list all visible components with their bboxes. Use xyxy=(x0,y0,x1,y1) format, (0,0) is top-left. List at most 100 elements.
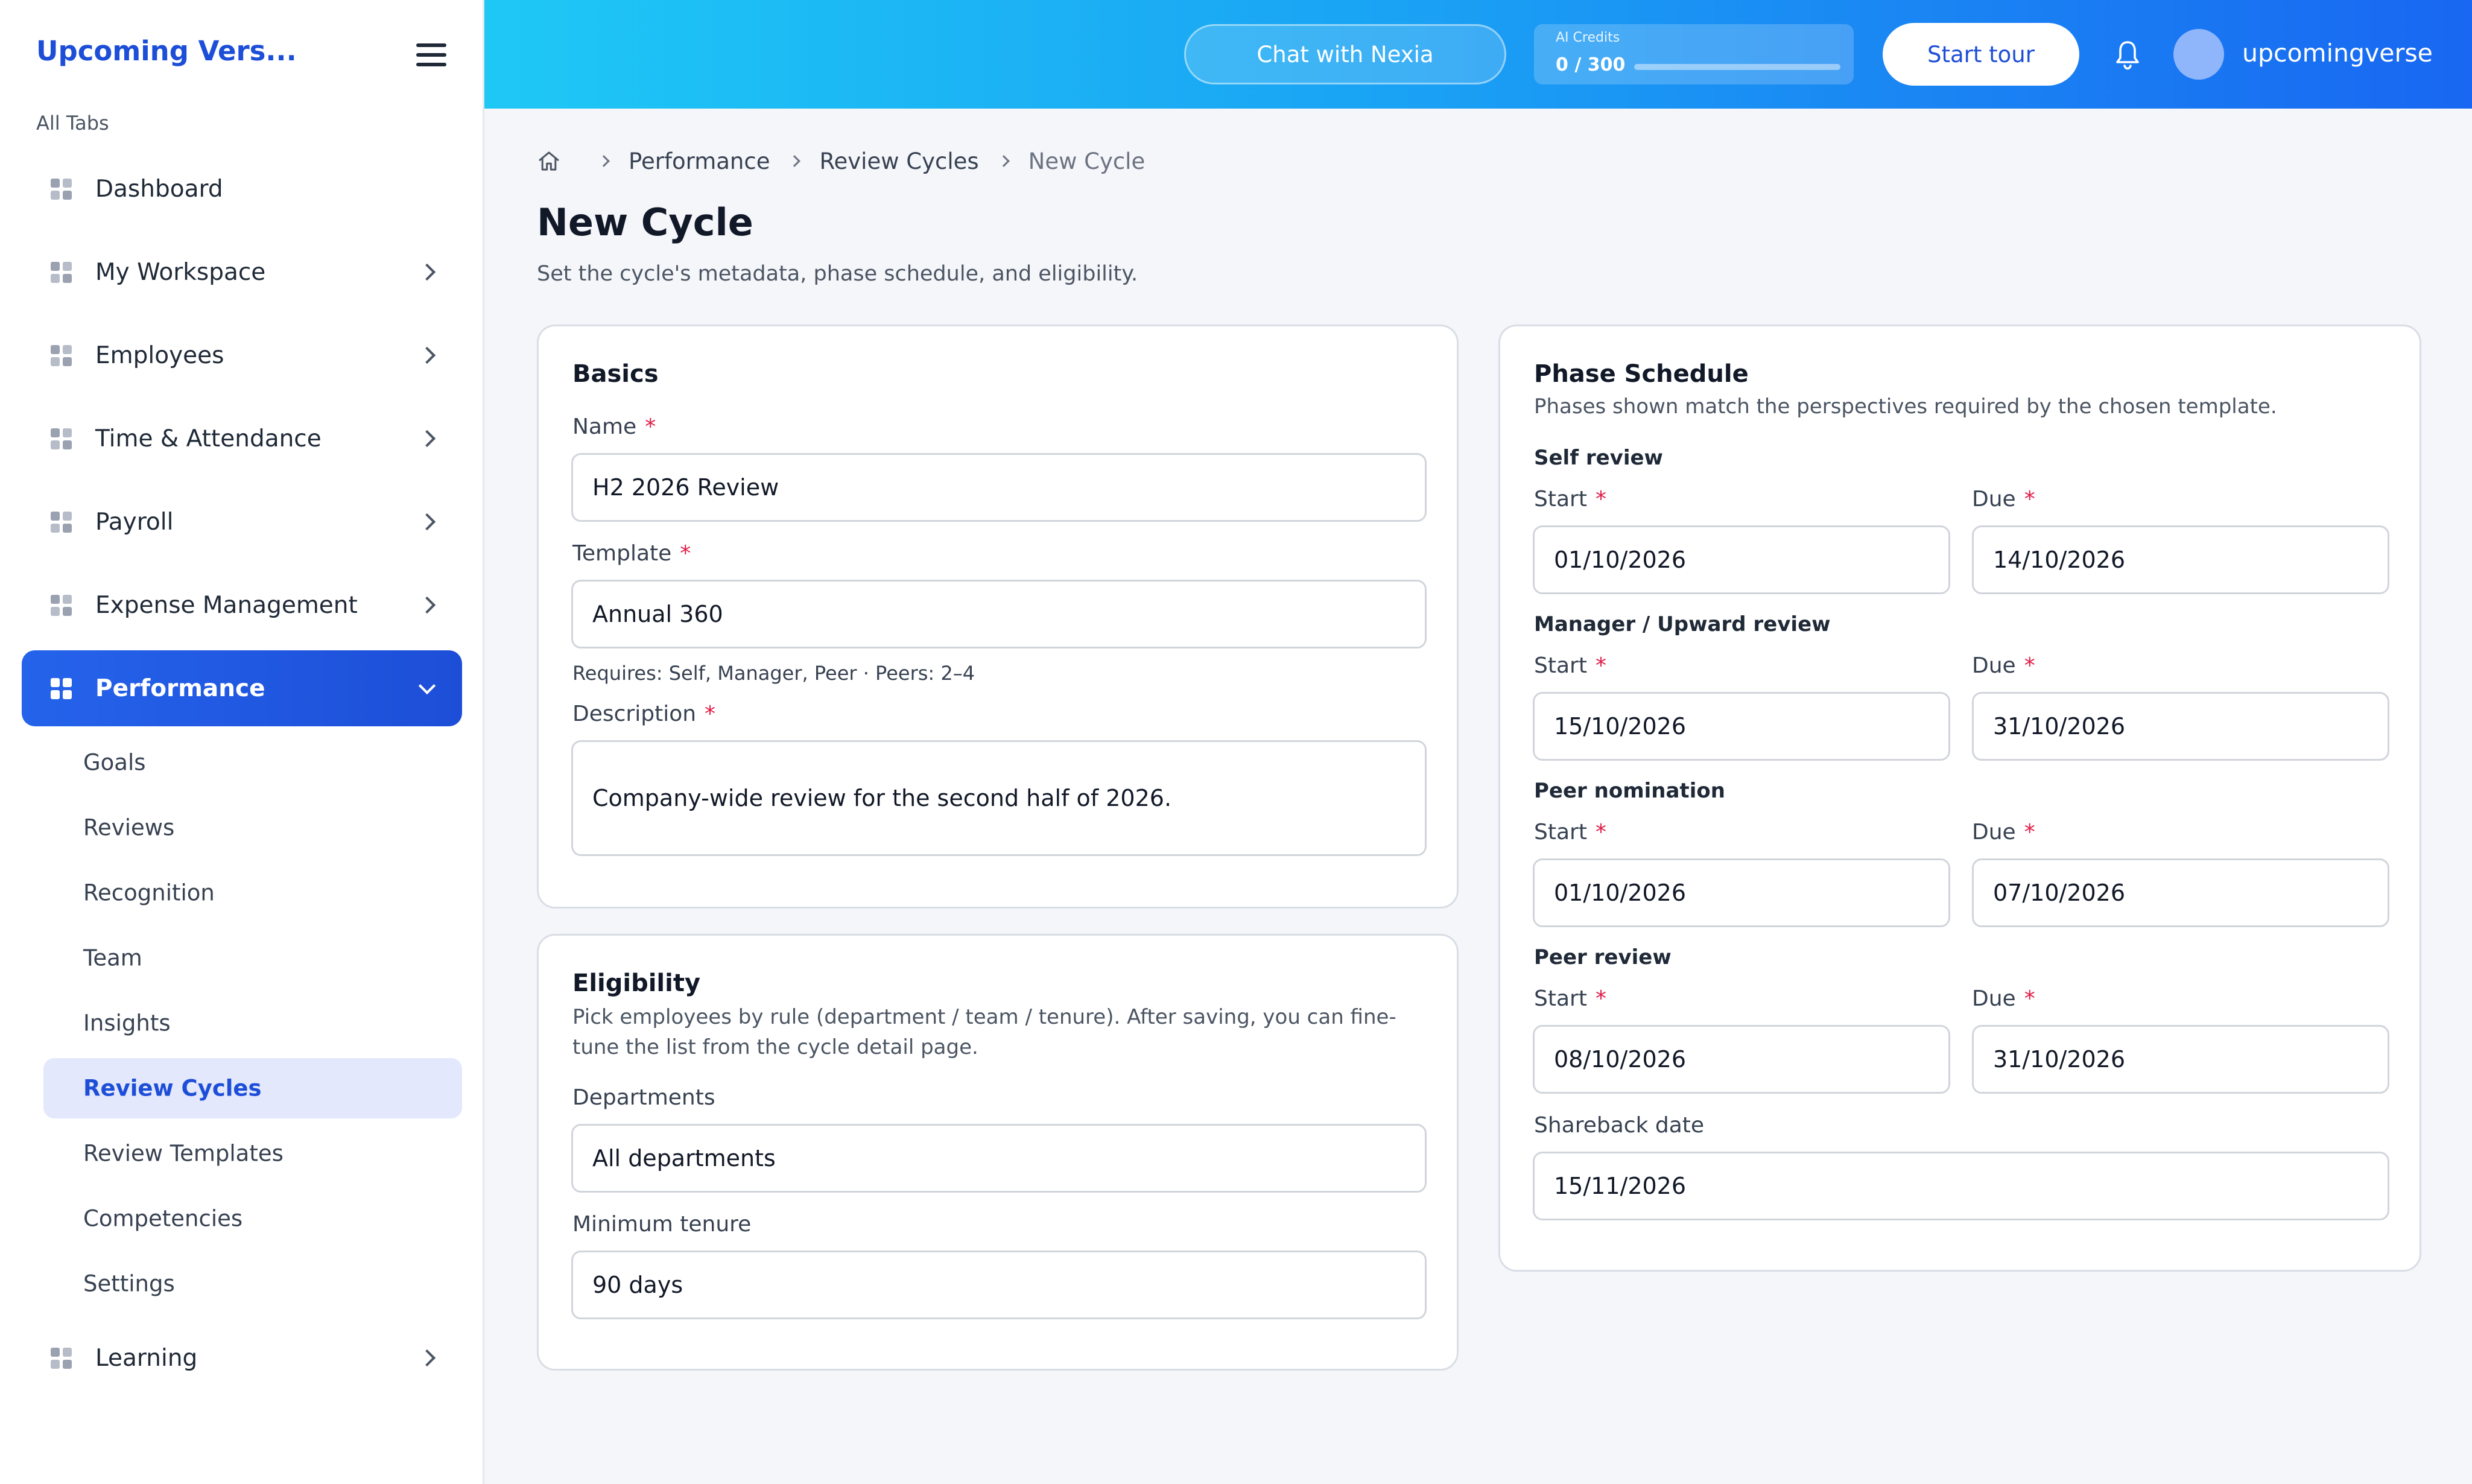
breadcrumb-review-cycles[interactable]: Review Cycles xyxy=(819,148,978,174)
breadcrumb: Performance Review Cycles New Cycle xyxy=(537,146,1145,176)
sidebar-subitem-goals[interactable]: Goals xyxy=(43,732,462,793)
grid-icon xyxy=(51,512,72,533)
sidebar-item-label: Expense Management xyxy=(95,591,358,619)
sidebar-subitem-recognition[interactable]: Recognition xyxy=(43,863,462,923)
chat-with-nexia-button[interactable]: Chat with Nexia xyxy=(1184,24,1506,84)
departments-select[interactable]: All departments xyxy=(571,1124,1427,1193)
phase-self-review-title: Self review xyxy=(1534,446,1663,470)
ai-credits-meter: AI Credits 0 / 300 xyxy=(1534,24,1854,84)
peer-nomination-start-date-input[interactable]: 01/10/2026 xyxy=(1533,858,1950,927)
shareback-date-label: Shareback date xyxy=(1534,1113,1705,1138)
description-label-text: Description xyxy=(572,702,697,726)
all-tabs-label: All Tabs xyxy=(36,112,109,135)
peer-nomination-due-date-input[interactable]: 07/10/2026 xyxy=(1972,858,2389,927)
required-asterisk: * xyxy=(2024,487,2035,512)
ai-credits-value: 0 / 300 xyxy=(1556,54,1626,75)
bell-icon[interactable] xyxy=(2113,40,2142,71)
self-review-due-date-input[interactable]: 14/10/2026 xyxy=(1972,525,2389,594)
sidebar-subitem-label: Reviews xyxy=(83,814,175,841)
sidebar-subitem-review-templates[interactable]: Review Templates xyxy=(43,1123,462,1184)
phase-manager-upward-review-title: Manager / Upward review xyxy=(1534,612,1831,636)
sidebar-item-employees[interactable]: Employees xyxy=(22,317,462,393)
sidebar-subitem-review-cycles[interactable]: Review Cycles xyxy=(43,1058,462,1118)
required-asterisk: * xyxy=(705,702,716,726)
sidebar-item-label: Time & Attendance xyxy=(95,425,322,452)
page-title: New Cycle xyxy=(537,200,753,244)
sidebar: Upcoming Vers... All Tabs Dashboard My W… xyxy=(0,0,484,1484)
basics-title: Basics xyxy=(572,360,659,388)
manager-review-due-date-input[interactable]: 31/10/2026 xyxy=(1972,692,2389,761)
grid-icon xyxy=(51,428,72,450)
username[interactable]: upcomingverse xyxy=(2242,39,2433,68)
due-label-text: Due xyxy=(1972,986,2016,1011)
sidebar-subitem-label: Goals xyxy=(83,749,146,776)
phase-schedule-description: Phases shown match the perspectives requ… xyxy=(1534,395,2277,419)
name-label-text: Name xyxy=(572,414,637,439)
due-label: Due * xyxy=(1972,653,2035,678)
sidebar-item-dashboard[interactable]: Dashboard xyxy=(22,151,462,227)
start-label-text: Start xyxy=(1534,487,1587,512)
home-icon[interactable] xyxy=(537,149,561,173)
minimum-tenure-input[interactable]: 90 days xyxy=(571,1251,1427,1319)
chevron-right-icon xyxy=(997,155,1010,167)
eligibility-card: Eligibility Pick employees by rule (depa… xyxy=(537,934,1459,1371)
required-asterisk: * xyxy=(1595,820,1606,845)
sidebar-item-expense-management[interactable]: Expense Management xyxy=(22,567,462,643)
due-label: Due * xyxy=(1972,487,2035,512)
eligibility-title: Eligibility xyxy=(572,969,701,997)
chevron-right-icon xyxy=(418,263,436,281)
grid-icon xyxy=(51,678,72,700)
avatar[interactable] xyxy=(2173,29,2224,80)
start-label: Start * xyxy=(1534,820,1606,845)
peer-review-start-date-input[interactable]: 08/10/2026 xyxy=(1533,1025,1950,1094)
phase-schedule-card: Phase Schedule Phases shown match the pe… xyxy=(1498,325,2421,1272)
start-tour-button[interactable]: Start tour xyxy=(1883,23,2079,86)
chevron-right-icon xyxy=(418,430,436,448)
manager-review-start-date-input[interactable]: 15/10/2026 xyxy=(1533,692,1950,761)
eligibility-description: Pick employees by rule (department / tea… xyxy=(572,1005,1396,1059)
sidebar-item-time-attendance[interactable]: Time & Attendance xyxy=(22,401,462,477)
start-label-text: Start xyxy=(1534,653,1587,678)
required-asterisk: * xyxy=(1595,986,1606,1011)
chevron-down-icon xyxy=(418,677,436,695)
sidebar-subitem-team[interactable]: Team xyxy=(43,928,462,988)
shareback-date-input[interactable]: 15/11/2026 xyxy=(1533,1152,2389,1220)
sidebar-item-payroll[interactable]: Payroll xyxy=(22,484,462,560)
chevron-right-icon xyxy=(418,513,436,531)
menu-icon[interactable] xyxy=(416,43,446,66)
description-textarea[interactable]: Company-wide review for the second half … xyxy=(571,740,1427,856)
description-label: Description * xyxy=(572,702,715,726)
peer-review-due-date-input[interactable]: 31/10/2026 xyxy=(1972,1025,2389,1094)
sidebar-item-performance[interactable]: Performance xyxy=(22,650,462,726)
sidebar-subitem-label: Review Cycles xyxy=(83,1075,262,1102)
self-review-start-date-input[interactable]: 01/10/2026 xyxy=(1533,525,1950,594)
sidebar-item-label: Performance xyxy=(95,674,265,702)
start-label: Start * xyxy=(1534,653,1606,678)
name-input[interactable]: H2 2026 Review xyxy=(571,453,1427,522)
page-subtitle: Set the cycle's metadata, phase schedule… xyxy=(537,262,1138,286)
required-asterisk: * xyxy=(2024,653,2035,678)
sidebar-subitem-reviews[interactable]: Reviews xyxy=(43,797,462,858)
sidebar-subitem-settings[interactable]: Settings xyxy=(43,1254,462,1314)
template-select[interactable]: Annual 360 xyxy=(571,580,1427,648)
grid-icon xyxy=(51,595,72,617)
phase-peer-nomination-title: Peer nomination xyxy=(1534,779,1725,803)
required-asterisk: * xyxy=(680,541,691,566)
minimum-tenure-label: Minimum tenure xyxy=(572,1212,752,1237)
sidebar-subitem-insights[interactable]: Insights xyxy=(43,993,462,1053)
sidebar-item-my-workspace[interactable]: My Workspace xyxy=(22,234,462,310)
sidebar-subitem-label: Competencies xyxy=(83,1205,243,1232)
phase-schedule-title: Phase Schedule xyxy=(1534,360,1749,388)
breadcrumb-new-cycle: New Cycle xyxy=(1028,148,1146,174)
sidebar-subitem-competencies[interactable]: Competencies xyxy=(43,1188,462,1249)
due-label: Due * xyxy=(1972,986,2035,1011)
breadcrumb-performance[interactable]: Performance xyxy=(629,148,770,174)
start-label: Start * xyxy=(1534,986,1606,1011)
basics-card: Basics Name * H2 2026 Review Template * An… xyxy=(537,325,1459,908)
start-label-text: Start xyxy=(1534,986,1587,1011)
sidebar-subitem-label: Team xyxy=(83,945,142,971)
template-label: Template * xyxy=(572,541,691,566)
name-label: Name * xyxy=(572,414,656,439)
sidebar-item-learning[interactable]: Learning xyxy=(22,1320,462,1396)
brand-name[interactable]: Upcoming Vers... xyxy=(36,35,297,67)
